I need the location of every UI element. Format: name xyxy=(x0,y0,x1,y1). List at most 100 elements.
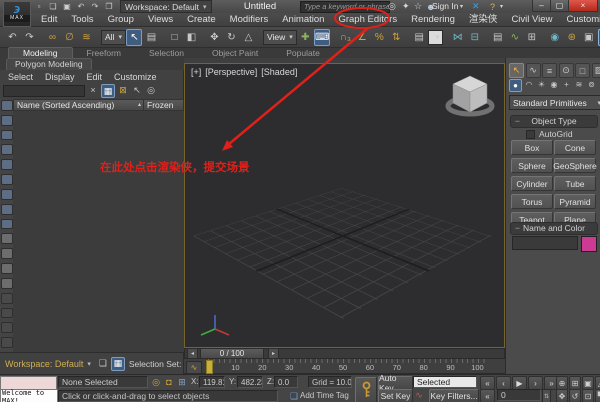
isolate-selection-toggle[interactable]: ◎ xyxy=(150,376,162,388)
pan-button[interactable]: ✥ xyxy=(556,389,568,402)
toggle-lights[interactable] xyxy=(1,144,13,155)
ribbon-tab-populate[interactable]: Populate xyxy=(272,48,334,58)
sphere-button[interactable]: Sphere xyxy=(511,158,553,173)
communication-icon[interactable]: ✦ xyxy=(402,0,410,13)
viewport-general-menu[interactable]: [+] xyxy=(191,67,201,77)
edit-named-selection-sets-button[interactable]: ▤ xyxy=(411,29,427,46)
perspective-viewport[interactable]: [+] [Perspective] [Shaded] xyxy=(184,63,505,348)
object-color-swatch[interactable] xyxy=(581,236,597,252)
project-folder-icon[interactable]: ❐ xyxy=(103,1,115,12)
spinner-snap-button[interactable]: ⇅ xyxy=(388,29,404,46)
align-button[interactable]: ⊟ xyxy=(467,29,483,46)
reference-coordinate-dropdown[interactable]: View xyxy=(263,30,297,45)
menu-views[interactable]: Views xyxy=(141,13,180,27)
ribbon-tab-freeform[interactable]: Freeform xyxy=(73,48,135,58)
help-dropdown-arrow-icon[interactable]: ▾ xyxy=(500,0,503,13)
auto-key-button[interactable]: Auto Key xyxy=(378,376,413,390)
autodesk-exchange-icon[interactable]: ✕ xyxy=(472,0,480,13)
zoom-region-button[interactable]: ⊡ xyxy=(582,389,594,402)
view-cube[interactable] xyxy=(442,68,498,122)
next-frame-button[interactable]: › xyxy=(528,376,543,390)
viewport-shading-menu[interactable]: [Shaded] xyxy=(261,67,297,77)
zoom-extents-button[interactable]: ▣ xyxy=(582,376,594,390)
lock-cell-editing[interactable] xyxy=(1,337,13,348)
geosphere-button[interactable]: GeoSphere xyxy=(554,158,596,173)
object-name-input[interactable] xyxy=(512,236,578,250)
layer-manager-button[interactable]: ▤ xyxy=(490,29,506,46)
redo-button[interactable]: ↷ xyxy=(22,29,38,46)
cone-button[interactable]: Cone xyxy=(554,140,596,155)
x-coordinate-field[interactable]: 119.819 xyxy=(199,376,225,388)
snaps-toggle-button[interactable]: ∩₃ xyxy=(337,29,353,46)
viewport-pov-menu[interactable]: [Perspective] xyxy=(205,67,257,77)
play-button[interactable]: ▶ xyxy=(512,376,527,390)
next-frame-arrow[interactable]: ▸ xyxy=(268,348,279,359)
redo-icon[interactable]: ↷ xyxy=(89,1,101,12)
hierarchy-tab[interactable]: ≡ xyxy=(542,63,557,78)
ribbon-tab-modeling[interactable]: Modeling xyxy=(8,47,73,58)
toggle-groups[interactable] xyxy=(1,204,13,215)
help-icon[interactable]: ? xyxy=(490,0,495,13)
render-setup-button[interactable]: ⊛ xyxy=(564,29,580,46)
fov-button[interactable]: △ xyxy=(595,376,600,390)
geometry-category[interactable]: ● xyxy=(509,79,522,92)
lights-category[interactable]: ☀ xyxy=(536,79,547,90)
select-and-link-button[interactable]: ∞ xyxy=(45,29,61,46)
name-and-color-rollout-header[interactable]: − Name and Color xyxy=(510,222,598,235)
find-icon[interactable]: ◎ xyxy=(145,84,157,96)
workspace-dropdown[interactable]: Workspace: Default xyxy=(120,0,212,13)
column-header-frozen[interactable]: Frozen xyxy=(143,100,183,110)
material-editor-button[interactable]: ◉ xyxy=(547,29,563,46)
primitive-category-dropdown[interactable]: Standard Primitives xyxy=(509,95,600,110)
named-selection-sets-dropdown[interactable] xyxy=(428,30,444,45)
space-warps-category[interactable]: ≋ xyxy=(574,79,585,90)
absolute-offset-toggle[interactable]: ⊞ xyxy=(176,376,188,388)
select-by-name-button[interactable]: ▤ xyxy=(143,29,159,46)
toggle-containers[interactable] xyxy=(1,248,13,259)
menu-group[interactable]: Group xyxy=(101,13,141,27)
zoom-all-button[interactable]: ⊞ xyxy=(569,376,581,390)
select-display-toggle[interactable]: ▦ xyxy=(101,84,115,98)
shapes-category[interactable]: ◠ xyxy=(524,79,535,90)
menu-customize[interactable]: Customize xyxy=(559,13,600,27)
previous-frame-button[interactable]: ‹ xyxy=(496,376,511,390)
display-tab[interactable]: □ xyxy=(575,63,590,78)
toggle-display-children[interactable] xyxy=(1,100,13,111)
tube-button[interactable]: Tube xyxy=(554,176,596,191)
menu-tools[interactable]: Tools xyxy=(64,13,100,27)
sign-in-dropdown-arrow-icon[interactable]: ▾ xyxy=(460,0,463,13)
object-type-rollout-header[interactable]: − Object Type xyxy=(510,115,598,128)
application-menu-button[interactable]: ϶ MAX xyxy=(3,1,31,27)
toggle-cameras[interactable] xyxy=(1,159,13,170)
orbit-button[interactable]: ↺ xyxy=(569,389,581,402)
selection-filter-dropdown[interactable]: All xyxy=(101,30,126,45)
filter-visibility[interactable] xyxy=(1,308,13,319)
motion-tab[interactable]: ⊙ xyxy=(559,63,574,78)
set-keys-button[interactable] xyxy=(355,377,377,402)
toggle-hidden[interactable] xyxy=(1,278,13,289)
close-button[interactable]: × xyxy=(568,0,598,12)
menu-civil-view[interactable]: Civil View xyxy=(504,13,559,27)
key-filters-button[interactable]: Key Filters... xyxy=(429,389,479,402)
curve-editor-button[interactable]: ∿ xyxy=(507,29,523,46)
time-slider-frame-marker[interactable] xyxy=(206,360,213,374)
percent-snap-button[interactable]: % xyxy=(371,29,387,46)
rendered-frame-window-button[interactable]: ▣ xyxy=(581,29,597,46)
polygon-modeling-tab[interactable]: Polygon Modeling xyxy=(6,58,92,70)
open-file-icon[interactable]: ❏ xyxy=(47,1,59,12)
clear-search-icon[interactable]: × xyxy=(87,84,99,96)
toggle-space-warps[interactable] xyxy=(1,189,13,200)
current-frame-field[interactable]: 0 xyxy=(497,389,541,401)
z-coordinate-field[interactable]: 0.0 xyxy=(274,376,298,388)
menu-edit[interactable]: Edit xyxy=(34,13,64,27)
frame-spinner[interactable]: ⇅ xyxy=(542,389,551,402)
toggle-frozen[interactable] xyxy=(1,263,13,274)
minimize-button[interactable]: – xyxy=(532,0,551,12)
lock-explorer-icon[interactable]: ⊠ xyxy=(117,84,129,96)
new-key-tangent-icon[interactable]: ∿ xyxy=(413,389,425,401)
viewport-layout-icon[interactable]: ▦ xyxy=(111,357,125,371)
explorer-menu-select[interactable]: Select xyxy=(2,71,39,83)
maximize-viewport-button[interactable]: ▚ xyxy=(595,389,600,402)
explorer-menu-edit[interactable]: Edit xyxy=(81,71,109,83)
menu-animation[interactable]: Animation xyxy=(275,13,331,27)
